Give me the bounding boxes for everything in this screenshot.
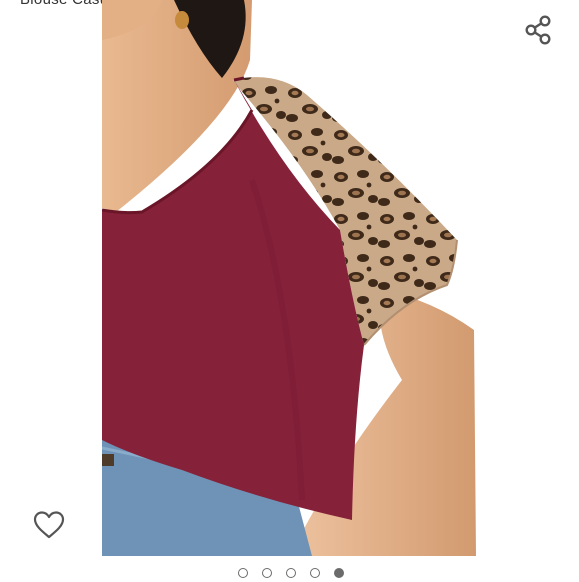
favorite-button[interactable] [28, 506, 70, 548]
carousel-dot-2[interactable] [261, 568, 272, 578]
carousel-dot-4[interactable] [309, 568, 320, 578]
heart-outline-icon [33, 510, 65, 545]
carousel-dot-5[interactable] [333, 568, 344, 578]
share-icon [523, 14, 553, 51]
carousel-dot-3[interactable] [285, 568, 296, 578]
carousel-dot-1[interactable] [237, 568, 248, 578]
product-image[interactable] [102, 0, 476, 556]
share-button[interactable] [518, 12, 558, 52]
